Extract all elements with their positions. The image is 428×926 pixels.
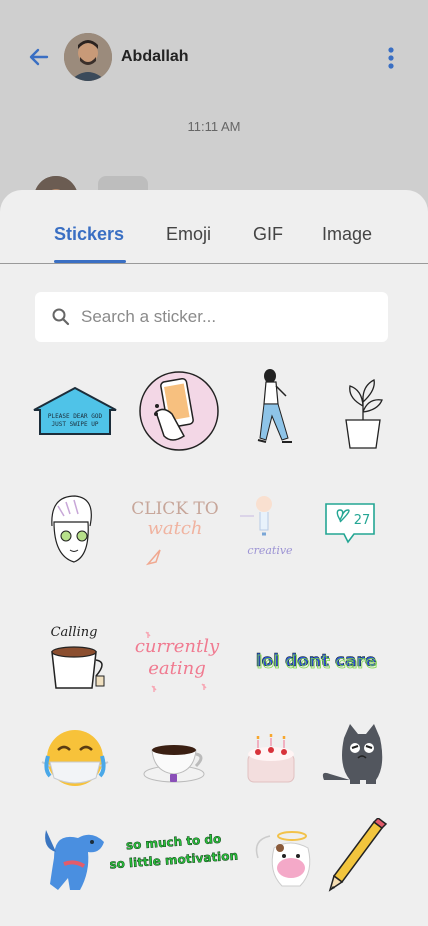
sticker-pencil[interactable] xyxy=(328,818,418,908)
sticker-sheet: Stickers Emoji GIF Image PLEASE DEAR GOD… xyxy=(0,190,428,926)
sticker-face-mask-woman[interactable] xyxy=(30,486,120,576)
back-button[interactable] xyxy=(26,44,52,70)
media-tabs: Stickers Emoji GIF Image xyxy=(0,190,428,264)
sticker-coffee-saucer[interactable] xyxy=(130,714,220,804)
tab-image[interactable]: Image xyxy=(322,224,372,245)
tab-stickers[interactable]: Stickers xyxy=(54,224,124,245)
sticker-search[interactable] xyxy=(35,292,388,342)
kebab-menu-icon xyxy=(388,47,394,69)
sticker-swipe-up[interactable]: PLEASE DEAR GOD JUST SWIPE UP xyxy=(30,366,120,456)
sticker-creative[interactable]: creative xyxy=(230,486,320,576)
sticker-birthday-cake[interactable] xyxy=(226,714,316,804)
creative-text: creative xyxy=(247,544,293,557)
contact-avatar[interactable] xyxy=(64,33,112,81)
search-icon xyxy=(52,308,70,326)
sticker-like-notification[interactable]: 27 xyxy=(318,486,408,576)
so-much-text: so much to do xyxy=(125,832,221,853)
calling-text: Calling xyxy=(51,625,98,640)
tab-emoji[interactable]: Emoji xyxy=(166,224,211,245)
more-options-button[interactable] xyxy=(380,44,402,72)
sticker-cow-angel[interactable] xyxy=(244,818,334,908)
active-tab-indicator xyxy=(54,260,126,263)
sticker-potted-plant[interactable] xyxy=(318,366,408,456)
arrow-left-icon xyxy=(29,48,49,66)
sticker-currently-eating[interactable]: currently eating xyxy=(132,612,222,702)
contact-name: Abdallah xyxy=(121,48,189,65)
swipe-up-text: PLEASE DEAR GOD xyxy=(48,413,103,420)
tab-gif[interactable]: GIF xyxy=(253,224,283,245)
likes-count: 27 xyxy=(354,513,371,528)
sticker-hand-phone[interactable] xyxy=(134,366,224,456)
eating-text: eating xyxy=(148,658,206,679)
watch-text: watch xyxy=(147,518,202,539)
sticker-lol-dont-care[interactable]: lol dont care lol dont care xyxy=(246,612,386,702)
search-input[interactable] xyxy=(81,307,361,327)
sticker-masked-crying-emoji[interactable] xyxy=(30,714,120,804)
currently-text: currently xyxy=(135,636,220,657)
sticker-click-to-watch[interactable]: CLICK TO watch xyxy=(130,486,220,576)
sticker-coffee-calling[interactable]: Calling xyxy=(34,612,124,702)
click-to-text: CLICK TO xyxy=(131,499,218,519)
message-timestamp: 11:11 AM xyxy=(187,119,241,134)
sticker-walking-woman[interactable] xyxy=(236,366,326,456)
svg-text:lol dont care: lol dont care xyxy=(257,653,378,673)
sticker-grumpy-cat[interactable] xyxy=(316,714,406,804)
chat-header: Abdallah xyxy=(0,0,428,110)
svg-text:JUST SWIPE UP: JUST SWIPE UP xyxy=(52,421,99,428)
sticker-so-much-to-do[interactable]: so much to do so little motivation xyxy=(110,818,238,908)
